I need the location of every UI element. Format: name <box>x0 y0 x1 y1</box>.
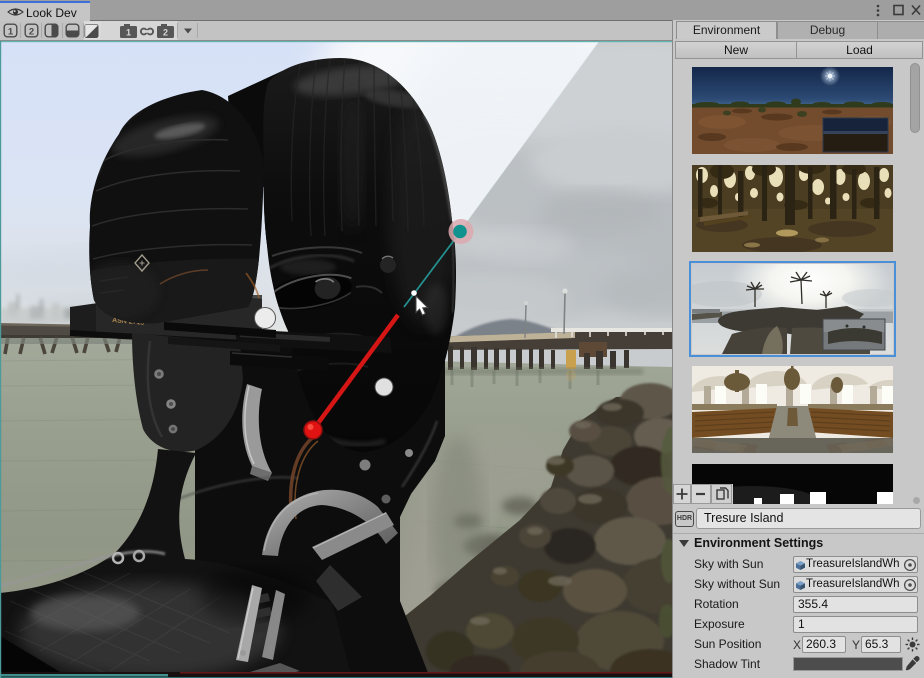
svg-text:1: 1 <box>126 28 131 38</box>
svg-text:2: 2 <box>163 28 168 38</box>
svg-text:1: 1 <box>8 26 14 37</box>
svg-text:2: 2 <box>29 26 34 37</box>
